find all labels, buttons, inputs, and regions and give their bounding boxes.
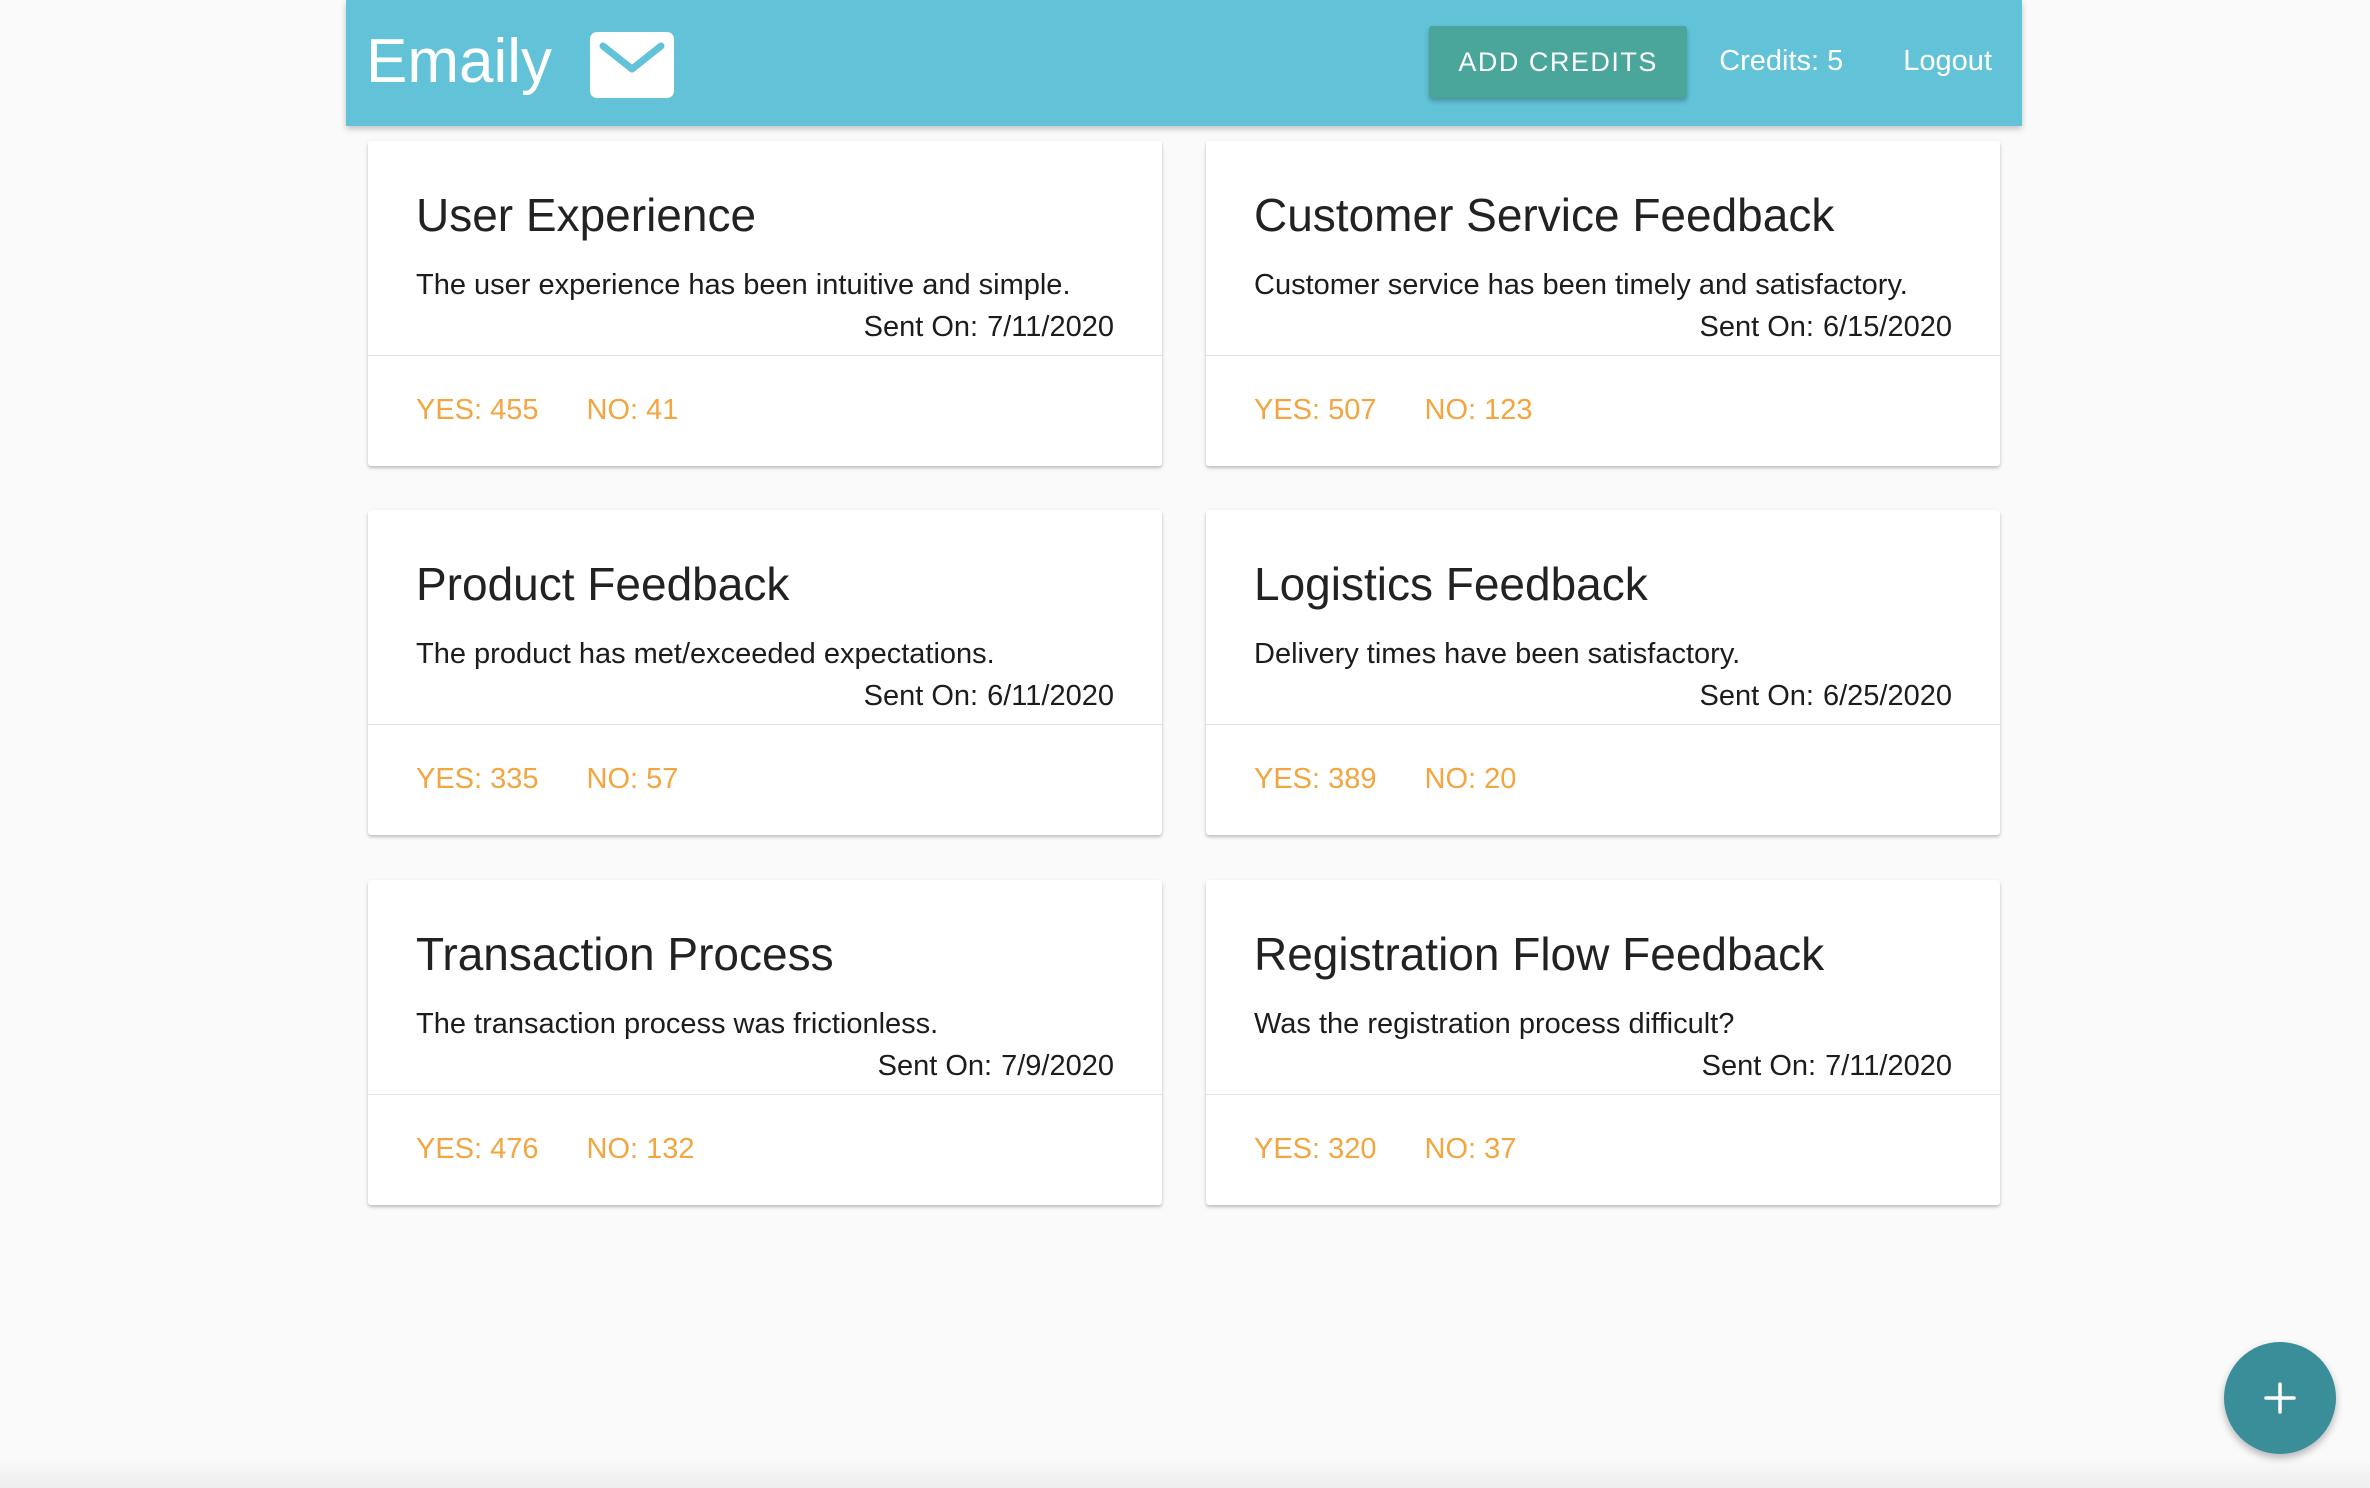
brand-logo[interactable]: Emaily	[366, 24, 675, 100]
survey-card-actions: YES: 335 NO: 57	[416, 724, 726, 834]
no-count-link[interactable]: NO: 132	[587, 1133, 695, 1166]
no-count-link[interactable]: NO: 37	[1425, 1133, 1517, 1166]
survey-body: The user experience has been intuitive a…	[416, 269, 1071, 301]
sent-on-label: Sent On:	[863, 680, 979, 712]
survey-card: Customer Service Feedback Customer servi…	[1206, 141, 2000, 466]
survey-body: The product has met/exceeded expectation…	[416, 638, 995, 670]
survey-title: Logistics Feedback	[1254, 558, 1648, 610]
yes-count-link[interactable]: YES: 320	[1254, 1133, 1377, 1166]
yes-count-link[interactable]: YES: 507	[1254, 394, 1377, 427]
survey-sent-date: Sent On: 7/11/2020	[1702, 1050, 1952, 1083]
sent-on-value: 6/25/2020	[1822, 680, 1952, 712]
yes-count-link[interactable]: YES: 455	[416, 394, 539, 427]
survey-body: Customer service has been timely and sat…	[1254, 269, 1908, 301]
survey-card-content: Product Feedback The product has met/exc…	[368, 510, 1162, 725]
survey-card: Product Feedback The product has met/exc…	[368, 510, 1162, 835]
logout-link[interactable]: Logout	[1903, 45, 1992, 78]
survey-title: Product Feedback	[416, 558, 790, 610]
survey-card-actions: YES: 476 NO: 132	[416, 1094, 743, 1204]
survey-body: Was the registration process difficult?	[1254, 1008, 1735, 1040]
survey-card-content: Transaction Process The transaction proc…	[368, 880, 1162, 1095]
survey-title: Transaction Process	[416, 928, 834, 980]
credits-count: Credits: 5	[1719, 44, 1844, 77]
yes-count-link[interactable]: YES: 389	[1254, 763, 1377, 796]
add-survey-button[interactable]	[2224, 1342, 2336, 1454]
survey-title: User Experience	[416, 189, 757, 241]
survey-sent-date: Sent On: 7/11/2020	[864, 311, 1114, 344]
add-credits-button[interactable]: Add Credits	[1429, 26, 1688, 98]
navbar: Emaily Add Credits Credits: 5 Logout	[346, 0, 2022, 126]
survey-card-actions: YES: 507 NO: 123	[1254, 355, 1581, 465]
sent-on-label: Sent On:	[877, 1050, 993, 1082]
sent-on-label: Sent On:	[1701, 1050, 1817, 1082]
no-count-link[interactable]: NO: 41	[587, 394, 679, 427]
sent-on-value: 7/11/2020	[1825, 1050, 1952, 1082]
yes-count-link[interactable]: YES: 335	[416, 763, 539, 796]
bottom-shade	[0, 1458, 2370, 1488]
survey-body: Delivery times have been satisfactory.	[1254, 638, 1741, 670]
survey-body: The transaction process was frictionless…	[416, 1008, 939, 1040]
survey-card: Logistics Feedback Delivery times have b…	[1206, 510, 2000, 835]
no-count-link[interactable]: NO: 123	[1425, 394, 1533, 427]
plus-icon	[2264, 1382, 2296, 1414]
survey-card-actions: YES: 455 NO: 41	[416, 355, 726, 465]
survey-sent-date: Sent On: 6/15/2020	[1700, 311, 1952, 344]
no-count-link[interactable]: NO: 57	[587, 763, 679, 796]
survey-card-content: Registration Flow Feedback Was the regis…	[1206, 880, 2000, 1095]
survey-card-content: Customer Service Feedback Customer servi…	[1206, 141, 2000, 356]
survey-sent-date: Sent On: 6/11/2020	[864, 680, 1114, 713]
envelope-icon	[590, 32, 675, 98]
survey-card-actions: YES: 320 NO: 37	[1254, 1094, 1564, 1204]
sent-on-value: 6/11/2020	[987, 680, 1114, 712]
survey-title: Registration Flow Feedback	[1254, 928, 1825, 980]
survey-sent-date: Sent On: 6/25/2020	[1700, 680, 1952, 713]
sent-on-value: 7/9/2020	[1001, 1050, 1114, 1082]
sent-on-label: Sent On:	[863, 311, 979, 343]
survey-card: Transaction Process The transaction proc…	[368, 880, 1162, 1205]
brand-name: Emaily	[366, 27, 553, 96]
no-count-link[interactable]: NO: 20	[1425, 763, 1517, 796]
nav-actions: Add Credits Credits: 5 Logout	[1429, 0, 1992, 126]
survey-card-content: User Experience The user experience has …	[368, 141, 1162, 356]
sent-on-value: 6/15/2020	[1822, 311, 1952, 343]
sent-on-value: 7/11/2020	[987, 311, 1114, 343]
sent-on-label: Sent On:	[1699, 680, 1814, 712]
yes-count-link[interactable]: YES: 476	[416, 1133, 539, 1166]
survey-card: Registration Flow Feedback Was the regis…	[1206, 880, 2000, 1205]
survey-sent-date: Sent On: 7/9/2020	[878, 1050, 1114, 1083]
sent-on-label: Sent On:	[1699, 311, 1814, 343]
survey-card-content: Logistics Feedback Delivery times have b…	[1206, 510, 2000, 725]
survey-card: User Experience The user experience has …	[368, 141, 1162, 466]
survey-title: Customer Service Feedback	[1254, 189, 1835, 241]
survey-card-actions: YES: 389 NO: 20	[1254, 724, 1564, 834]
